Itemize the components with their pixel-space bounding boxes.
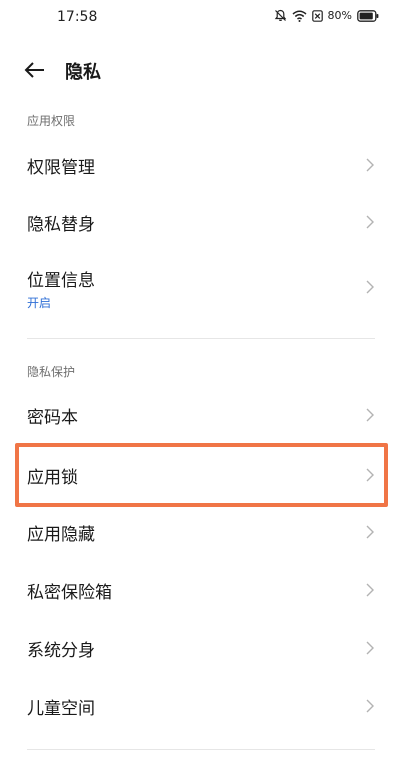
status-icons: 80% [274, 9, 379, 22]
location-status: 开启 [27, 296, 52, 310]
list-item-permission-management[interactable]: 权限管理 [0, 137, 401, 193]
chevron-right-icon [366, 699, 374, 713]
chevron-right-icon [366, 158, 374, 172]
list-item-location[interactable]: 位置信息 开启 [0, 252, 401, 324]
battery-percent: 80% [327, 9, 352, 22]
list-item-app-hide[interactable]: 应用隐藏 [0, 504, 401, 560]
battery-icon [357, 9, 379, 22]
status-bar: 17:58 80% [0, 0, 401, 36]
list-item-kids-space[interactable]: 儿童空间 [0, 678, 401, 734]
divider [27, 338, 375, 339]
item-label: 儿童空间 [27, 699, 95, 719]
section-header-permissions: 应用权限 [27, 114, 76, 128]
item-label: 应用隐藏 [27, 525, 95, 545]
chevron-right-icon [366, 525, 374, 539]
chevron-right-icon [366, 215, 374, 229]
privacy-screen: 17:58 80% 隐私 应用权限 权限管理 隐私替身 位置信息 开启 隐私保护… [0, 0, 401, 769]
page-header: 隐私 [0, 52, 401, 88]
item-label: 隐私替身 [27, 215, 95, 235]
status-time: 17:58 [57, 9, 98, 25]
chevron-right-icon [366, 408, 374, 422]
list-item-system-clone[interactable]: 系统分身 [0, 620, 401, 676]
chevron-right-icon [366, 583, 374, 597]
chevron-right-icon [366, 641, 374, 655]
list-item-private-safe[interactable]: 私密保险箱 [0, 562, 401, 618]
item-label: 权限管理 [27, 158, 95, 178]
item-label: 位置信息 [27, 271, 95, 291]
list-item-password-book[interactable]: 密码本 [0, 387, 401, 443]
item-label: 系统分身 [27, 641, 95, 661]
sim-off-icon [311, 9, 323, 22]
item-label: 密码本 [27, 408, 78, 428]
back-arrow-icon[interactable] [24, 60, 46, 80]
divider [27, 749, 375, 750]
list-item-privacy-substitute[interactable]: 隐私替身 [0, 194, 401, 250]
silent-bell-icon [274, 9, 287, 22]
item-label: 私密保险箱 [27, 583, 112, 603]
section-header-protection: 隐私保护 [27, 365, 76, 379]
highlight-box [15, 443, 388, 507]
chevron-right-icon [366, 280, 374, 294]
wifi-icon [292, 10, 307, 22]
page-title: 隐私 [65, 62, 101, 83]
